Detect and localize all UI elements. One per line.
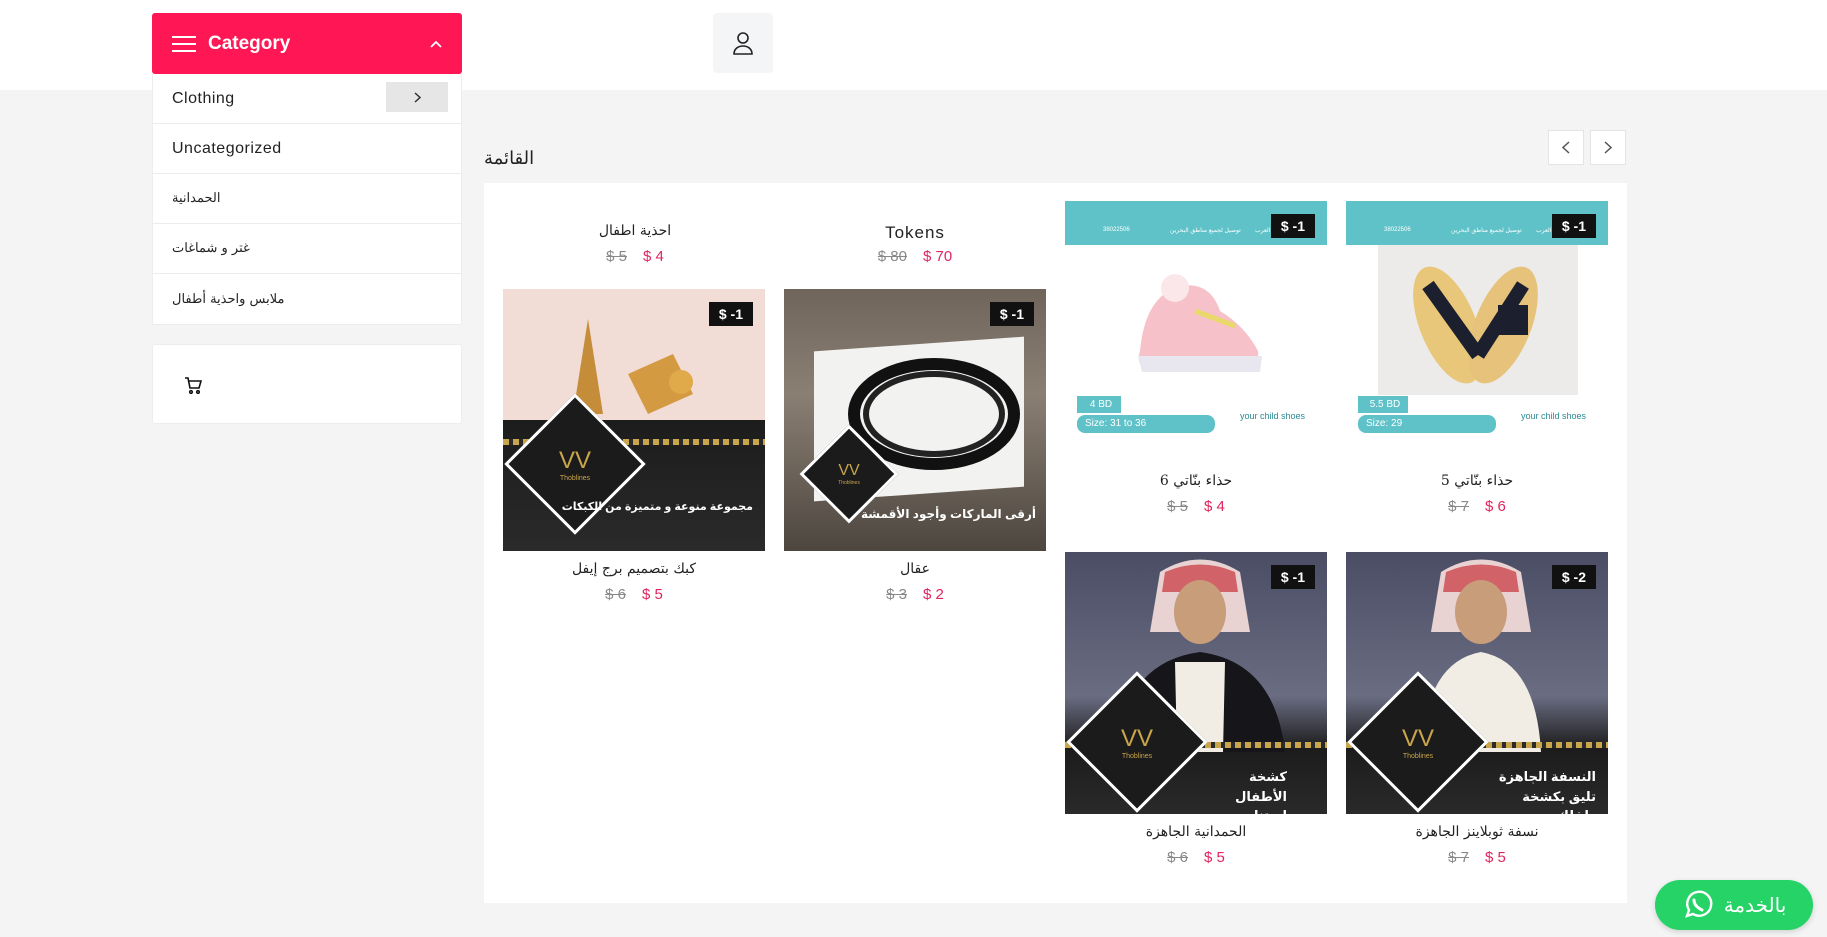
product-card[interactable]: VV Thoblines النسفة الجاهزة تليق بكشخة ط…: [1346, 552, 1608, 866]
old-price: $ 3: [886, 586, 907, 603]
chevron-up-icon: [430, 40, 442, 48]
discount-badge: $ -1: [1551, 214, 1596, 238]
sale-price: $ 5: [642, 586, 663, 603]
chevron-left-icon: [1562, 141, 1570, 154]
chevron-right-icon: [1604, 141, 1612, 154]
section-title: القائمة: [484, 148, 535, 169]
product-name[interactable]: الحمدانية الجاهزة: [1065, 824, 1327, 842]
account-button[interactable]: [713, 13, 773, 73]
category-item-uncategorized[interactable]: Uncategorized: [153, 124, 461, 174]
overlay-text: أرقى الماركات وأجود الأقمشة: [861, 507, 1036, 521]
next-button[interactable]: [1590, 130, 1626, 165]
sandal-photo: [1378, 245, 1578, 395]
product-name[interactable]: احذية اطفال: [504, 223, 766, 241]
whatsapp-label: بالخدمة: [1723, 894, 1787, 917]
sale-price: $ 70: [923, 248, 953, 265]
product-card[interactable]: 38022506 توصيل لجميع مناطق البحرين مجمع …: [1065, 201, 1327, 515]
category-item-clothing[interactable]: Clothing: [153, 74, 461, 124]
product-image[interactable]: 38022506 توصيل لجميع مناطق البحرين مجمع …: [1065, 201, 1327, 463]
discount-badge: $ -2: [1551, 565, 1596, 589]
category-item-ghutra[interactable]: غتر و شماغات: [153, 224, 461, 274]
cart-icon[interactable]: [184, 377, 202, 394]
old-price: $ 5: [606, 248, 627, 265]
overlay-text: النسفة الجاهزة تليق بكشخة طفلك: [1498, 769, 1596, 814]
sale-price: $ 5: [1485, 849, 1506, 866]
menu-icon: [172, 35, 196, 52]
category-label: غتر و شماغات: [172, 241, 250, 256]
product-name[interactable]: كبك بتصميم برج إيفل: [503, 561, 765, 579]
product-card[interactable]: Tokens $ 80 $ 70: [784, 213, 1046, 265]
category-item-kids-clothing[interactable]: ملابس واحذية أطفال: [153, 274, 461, 324]
old-price: $ 6: [605, 586, 626, 603]
product-card[interactable]: VV Thoblines كشخة الأطفال لعبتنا $ -1 ال…: [1065, 552, 1327, 866]
product-card[interactable]: VV Thoblines مجموعة منوعة و متميزة من ال…: [503, 289, 765, 603]
category-label: Uncategorized: [172, 139, 282, 157]
product-image[interactable]: VV Thoblines النسفة الجاهزة تليق بكشخة ط…: [1346, 552, 1608, 814]
sale-price: $ 4: [643, 248, 664, 265]
category-toggle[interactable]: Category: [152, 13, 462, 74]
product-image[interactable]: 38022506 توصيل لجميع مناطق البحرين مجمع …: [1346, 201, 1608, 463]
discount-badge: $ -1: [708, 302, 753, 326]
sale-price: $ 4: [1204, 498, 1225, 515]
category-item-hamdaniya[interactable]: الحمدانية: [153, 174, 461, 224]
old-price: $ 7: [1448, 849, 1469, 866]
product-name[interactable]: حذاء بنّاتي 5: [1346, 473, 1608, 491]
old-price: $ 6: [1167, 849, 1188, 866]
chevron-right-icon: [413, 91, 421, 103]
whatsapp-chat-button[interactable]: بالخدمة: [1655, 880, 1813, 930]
sale-price: $ 2: [923, 586, 944, 603]
discount-badge: $ -1: [1270, 565, 1315, 589]
old-price: $ 80: [877, 248, 907, 265]
old-price: $ 5: [1167, 498, 1188, 515]
product-image[interactable]: VV Thoblines أرقى الماركات وأجود الأقمشة…: [784, 289, 1046, 551]
product-card[interactable]: 38022506 توصيل لجميع مناطق البحرين مجمع …: [1346, 201, 1608, 515]
product-card[interactable]: VV Thoblines أرقى الماركات وأجود الأقمشة…: [784, 289, 1046, 603]
category-label: Clothing: [172, 89, 235, 107]
discount-badge: $ -1: [1270, 214, 1315, 238]
category-title: Category: [208, 32, 291, 54]
sneaker-illustration: [1138, 274, 1262, 372]
product-name[interactable]: Tokens: [784, 223, 1046, 242]
product-grid: 38022506 توصيل لجميع مناطق البحرين مجمع …: [484, 183, 1627, 903]
sale-price: $ 5: [1204, 849, 1225, 866]
product-name[interactable]: نسفة ثوبلاينز الجاهزة: [1346, 824, 1608, 842]
discount-badge: $ -1: [989, 302, 1034, 326]
overlay-text: كشخة الأطفال لعبتنا: [1235, 769, 1287, 814]
product-image[interactable]: VV Thoblines مجموعة منوعة و متميزة من ال…: [503, 289, 765, 551]
user-icon: [733, 32, 753, 55]
category-label: ملابس واحذية أطفال: [172, 291, 285, 307]
product-card[interactable]: احذية اطفال $ 5 $ 4: [504, 213, 766, 265]
sale-price: $ 6: [1485, 498, 1506, 515]
mini-cart: [152, 344, 462, 424]
product-name[interactable]: حذاء بنّاتي 6: [1065, 473, 1327, 491]
whatsapp-icon: [1684, 890, 1713, 918]
overlay-text: مجموعة منوعة و متميزة من الكبكات: [561, 501, 753, 513]
old-price: $ 7: [1448, 498, 1469, 515]
category-label: الحمدانية: [172, 191, 221, 206]
product-name[interactable]: عقال: [784, 561, 1046, 579]
category-list: Clothing Uncategorized الحمدانية غتر و ش…: [152, 74, 462, 325]
sandal-illustration: [1413, 266, 1538, 384]
prev-button[interactable]: [1548, 130, 1584, 165]
expand-subcategory-button[interactable]: [386, 82, 448, 112]
product-image[interactable]: VV Thoblines كشخة الأطفال لعبتنا $ -1: [1065, 552, 1327, 814]
